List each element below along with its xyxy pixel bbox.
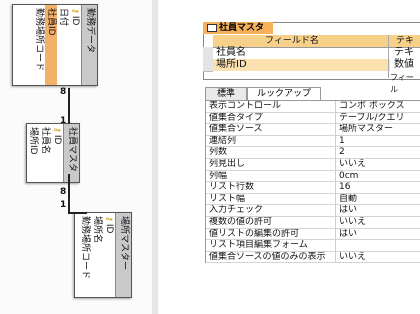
- property-row[interactable]: 列幅 0cm: [206, 170, 420, 183]
- column-header-type: テキ: [396, 36, 415, 46]
- tab-label: 社員マスタ: [219, 23, 265, 33]
- property-value[interactable]: 2: [336, 147, 420, 158]
- property-row[interactable]: 値リストの編集の許可 はい: [206, 228, 420, 241]
- property-row[interactable]: リスト項目編集フォーム: [206, 240, 420, 252]
- property-row[interactable]: 値集合ソースの値のみの表示 いいえ: [206, 251, 420, 264]
- access-window: 勤務データ ⚷ ID 日付 社員ID 勤務場所コード 社員マスタ ⚷ ID 社員名 …: [0, 0, 420, 314]
- property-name: 複数の値の許可: [206, 216, 336, 228]
- property-name: 連結列: [206, 135, 336, 147]
- property-row[interactable]: リスト行数 16: [206, 182, 420, 194]
- field-name-cell[interactable]: 社員名: [216, 47, 386, 59]
- field-label: 勤務場所コード: [80, 216, 90, 280]
- property-value[interactable]: 16: [336, 182, 420, 193]
- field-label: 日付: [58, 8, 68, 27]
- field-label: 場所ID: [28, 127, 38, 155]
- property-name: 表示コントロール: [206, 101, 336, 112]
- table-title[interactable]: 勤務データ: [81, 5, 97, 85]
- join-line[interactable]: [69, 212, 87, 214]
- join-one-label: 1: [60, 200, 67, 210]
- field-label: 場所名: [92, 216, 102, 244]
- property-row[interactable]: 列数 2: [206, 147, 420, 159]
- table-shain[interactable]: 社員マスタ ⚷ ID 社員名 場所ID: [26, 123, 80, 183]
- field-label: 社員名: [40, 127, 50, 155]
- field-name-cell-selected[interactable]: 場所ID: [213, 59, 390, 71]
- relationships-pane: 勤務データ ⚷ ID 日付 社員ID 勤務場所コード 社員マスタ ⚷ ID 社員名 …: [0, 0, 152, 314]
- field-row-selected[interactable]: 社員ID: [45, 5, 57, 85]
- property-value[interactable]: テーブル/クエリ: [336, 113, 420, 124]
- property-tabs: 標準 ルックアップ: [205, 87, 420, 101]
- join-line[interactable]: [68, 174, 70, 214]
- property-value[interactable]: [336, 240, 420, 251]
- table-title[interactable]: 社員マスタ: [63, 124, 79, 182]
- table-icon: [207, 23, 217, 32]
- table-basho[interactable]: 場所マスター ⚷ ID 場所名 勤務場所コード: [74, 212, 132, 298]
- field-row[interactable]: 勤務場所コード: [79, 213, 91, 297]
- property-row[interactable]: 値集合ソース 場所マスター: [206, 124, 420, 136]
- join-many-label: 8: [60, 187, 67, 197]
- field-label: ID: [70, 15, 80, 26]
- join-line[interactable]: [68, 88, 70, 124]
- field-label: ID: [104, 223, 114, 234]
- field-row[interactable]: 社員名: [39, 124, 51, 182]
- property-value[interactable]: コンボ ボックス: [336, 101, 420, 112]
- property-sheet: 表示コントロール コンボ ボックス 値集合タイプ テーブル/クエリ 値集合ソース 場所マス…: [205, 100, 420, 264]
- key-icon: ⚷: [53, 127, 62, 133]
- tab-lookup[interactable]: ルックアップ: [247, 87, 321, 101]
- property-value[interactable]: 0cm: [336, 171, 420, 182]
- table-title[interactable]: 場所マスター: [115, 213, 131, 297]
- property-value[interactable]: はい: [336, 205, 420, 216]
- key-icon: ⚷: [105, 216, 114, 222]
- field-row[interactable]: 場所名: [91, 213, 103, 297]
- property-name: 列見出し: [206, 158, 336, 170]
- property-value[interactable]: いいえ: [336, 252, 420, 263]
- tab-standard[interactable]: 標準: [205, 87, 247, 100]
- field-label: 社員ID: [46, 8, 56, 36]
- property-name: 値集合ソースの値のみの表示: [206, 251, 336, 263]
- property-name: リスト幅: [206, 193, 336, 205]
- property-name: 列幅: [206, 170, 336, 182]
- property-row[interactable]: 列見出し いいえ: [206, 158, 420, 171]
- property-row[interactable]: 複数の値の許可 いいえ: [206, 216, 420, 229]
- table-kintai[interactable]: 勤務データ ⚷ ID 日付 社員ID 勤務場所コード: [12, 4, 98, 86]
- join-one-label: 1: [60, 116, 67, 126]
- field-row[interactable]: ⚷ ID: [51, 124, 63, 182]
- footer-hint: フィール: [390, 73, 414, 94]
- key-icon: ⚷: [71, 8, 80, 14]
- property-row[interactable]: 入力チェック はい: [206, 205, 420, 217]
- property-value[interactable]: いいえ: [336, 217, 420, 228]
- property-name: 列数: [206, 147, 336, 158]
- property-value[interactable]: 場所マスター: [336, 124, 420, 135]
- property-name: 値集合ソース: [206, 124, 336, 135]
- field-row[interactable]: ⚷ ID: [103, 213, 115, 297]
- property-name: 値集合タイプ: [206, 112, 336, 124]
- property-row[interactable]: 連結列 1: [206, 135, 420, 148]
- property-row[interactable]: 表示コントロール コンボ ボックス: [206, 101, 420, 113]
- field-row[interactable]: ⚷ ID: [69, 5, 81, 85]
- property-row[interactable]: リスト幅 自動: [206, 193, 420, 206]
- property-name: リスト項目編集フォーム: [206, 240, 336, 251]
- property-name: 入力チェック: [206, 205, 336, 216]
- tab-shain-master[interactable]: 社員マスタ: [203, 22, 273, 34]
- property-value[interactable]: いいえ: [336, 159, 420, 170]
- row-selector[interactable]: [203, 59, 213, 72]
- data-type-cell[interactable]: テキ: [394, 47, 420, 59]
- property-value[interactable]: はい: [336, 229, 420, 240]
- data-type-cell[interactable]: 数値: [394, 59, 420, 71]
- field-row[interactable]: 勤務場所コード: [33, 5, 45, 85]
- field-label: ID: [52, 134, 62, 145]
- field-row[interactable]: 場所ID: [27, 124, 39, 182]
- property-row[interactable]: 値集合タイプ テーブル/クエリ: [206, 112, 420, 125]
- property-name: リスト行数: [206, 182, 336, 193]
- join-many-label: 8: [60, 87, 67, 97]
- column-header-field: フィールド名: [265, 36, 319, 46]
- field-label: 勤務場所コード: [34, 8, 44, 72]
- property-name: 値リストの編集の許可: [206, 228, 336, 240]
- property-value[interactable]: 自動: [336, 194, 420, 205]
- property-value[interactable]: 1: [336, 136, 420, 147]
- field-row[interactable]: 日付: [57, 5, 69, 85]
- column-separator: [388, 35, 389, 78]
